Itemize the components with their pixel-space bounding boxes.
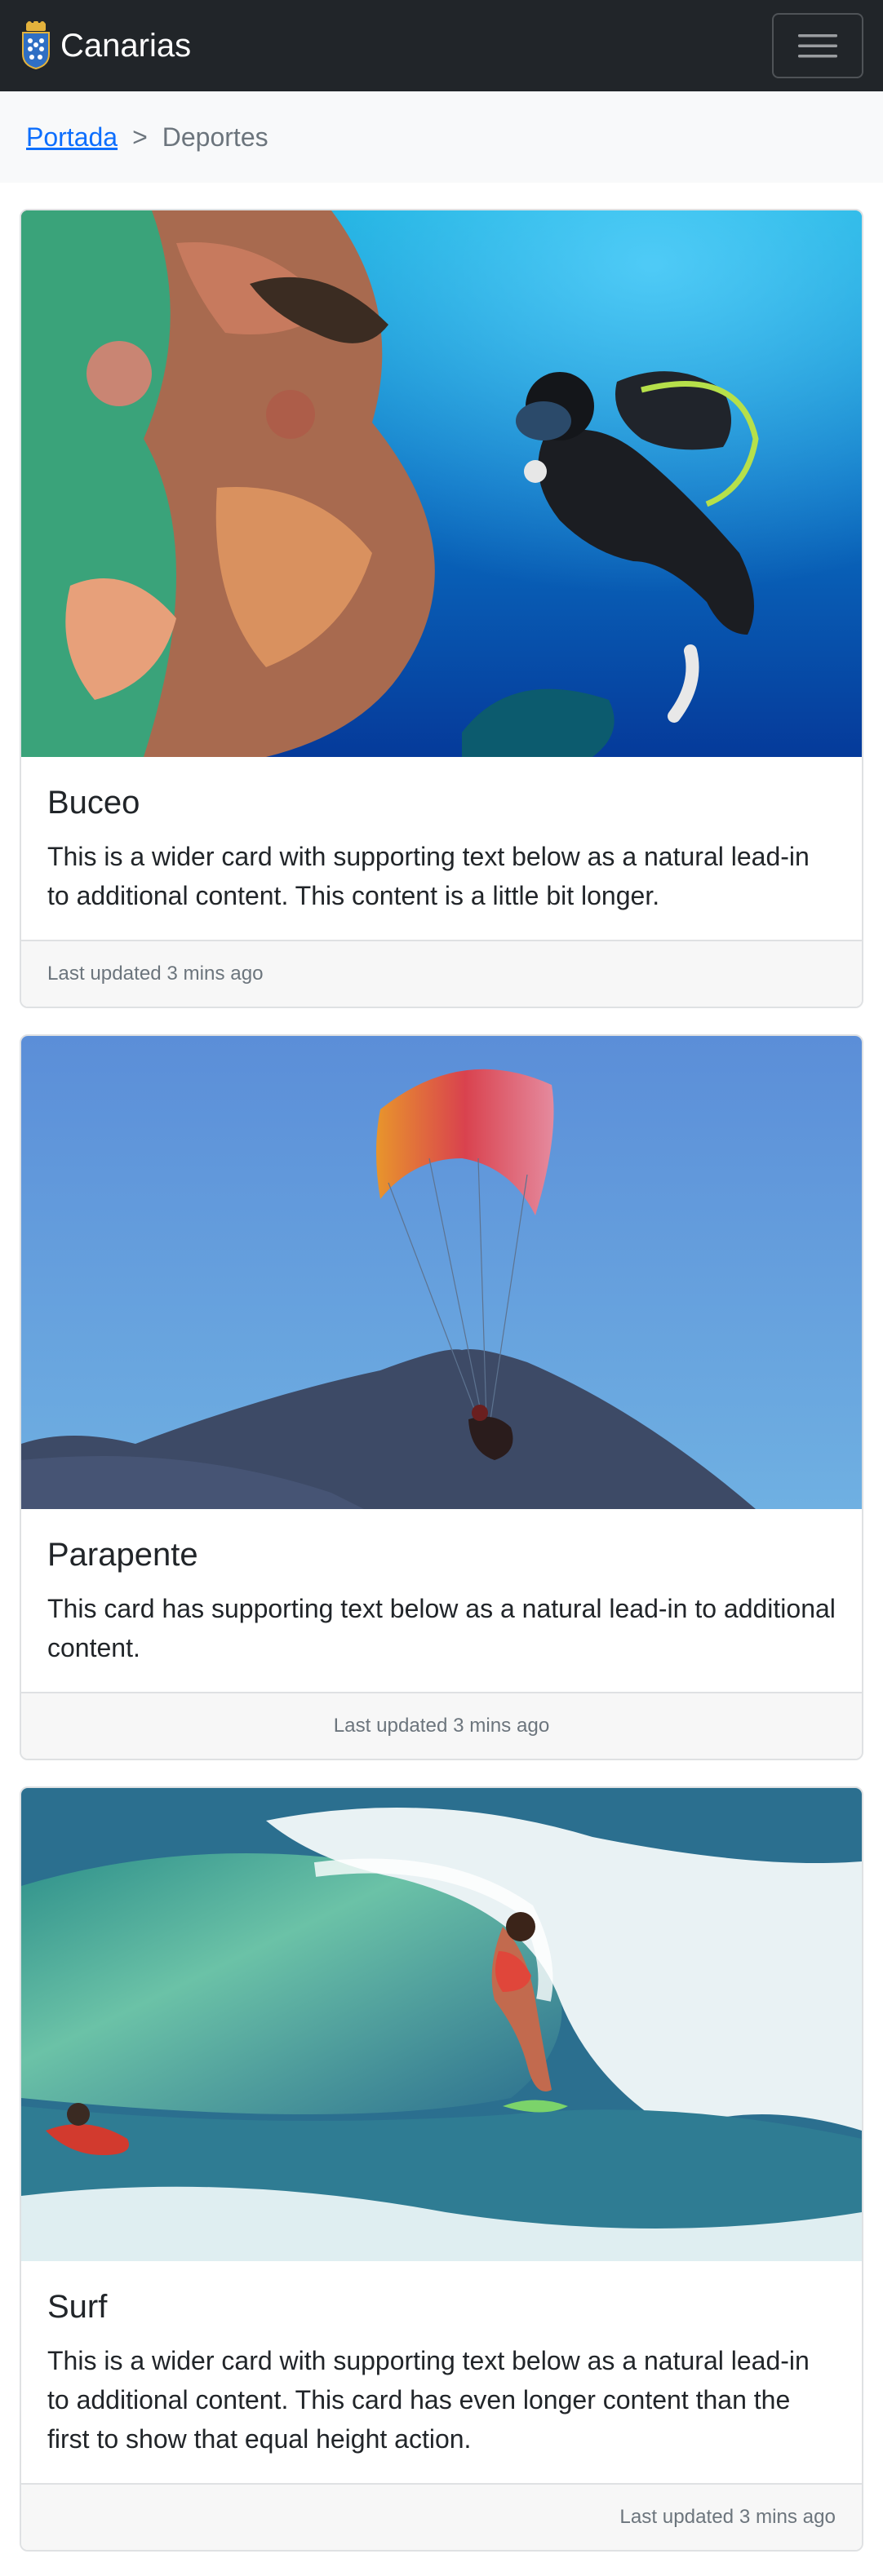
breadcrumb-home-link[interactable]: Portada: [26, 122, 118, 153]
breadcrumb-separator: >: [132, 122, 148, 152]
paragliding-image: [21, 1036, 862, 1509]
card-footer: Last updated 3 mins ago: [21, 940, 862, 1007]
diving-image: [21, 210, 862, 757]
card-footer: Last updated 3 mins ago: [21, 1692, 862, 1759]
navbar-toggler-button[interactable]: [772, 13, 863, 78]
card-footer-text: Last updated 3 mins ago: [47, 963, 264, 985]
card-title: Buceo: [47, 785, 140, 821]
breadcrumb-bar: Portada > Deportes: [0, 91, 883, 183]
surfing-image: [21, 1788, 862, 2261]
hamburger-menu-icon: [798, 34, 837, 58]
card-footer-text: Last updated 3 mins ago: [333, 1715, 550, 1737]
card-footer-text: Last updated 3 mins ago: [619, 2506, 836, 2528]
navbar: Canarias: [0, 0, 883, 91]
coat-of-arms-icon: [22, 21, 50, 70]
card-text: This is a wider card with supporting tex…: [47, 2346, 810, 2454]
card-title: Surf: [47, 2289, 108, 2325]
card-text: This card has supporting text below as a…: [47, 1594, 836, 1662]
card-footer: Last updated 3 mins ago: [21, 2483, 862, 2550]
card-buceo: Buceo This is a wider card with supporti…: [20, 209, 863, 1008]
breadcrumb: Portada > Deportes: [26, 91, 268, 183]
card-body: Buceo This is a wider card with supporti…: [21, 757, 862, 915]
brand-link[interactable]: Canarias: [18, 20, 191, 72]
brand-name: Canarias: [60, 28, 192, 64]
card-body: Parapente This card has supporting text …: [21, 1509, 862, 1667]
card-parapente: Parapente This card has supporting text …: [20, 1034, 863, 1760]
card-text: This is a wider card with supporting tex…: [47, 842, 810, 910]
card-surf: Surf This is a wider card with supportin…: [20, 1786, 863, 2552]
breadcrumb-current: Deportes: [162, 122, 268, 152]
card-body: Surf This is a wider card with supportin…: [21, 2261, 862, 2459]
card-title: Parapente: [47, 1537, 198, 1573]
